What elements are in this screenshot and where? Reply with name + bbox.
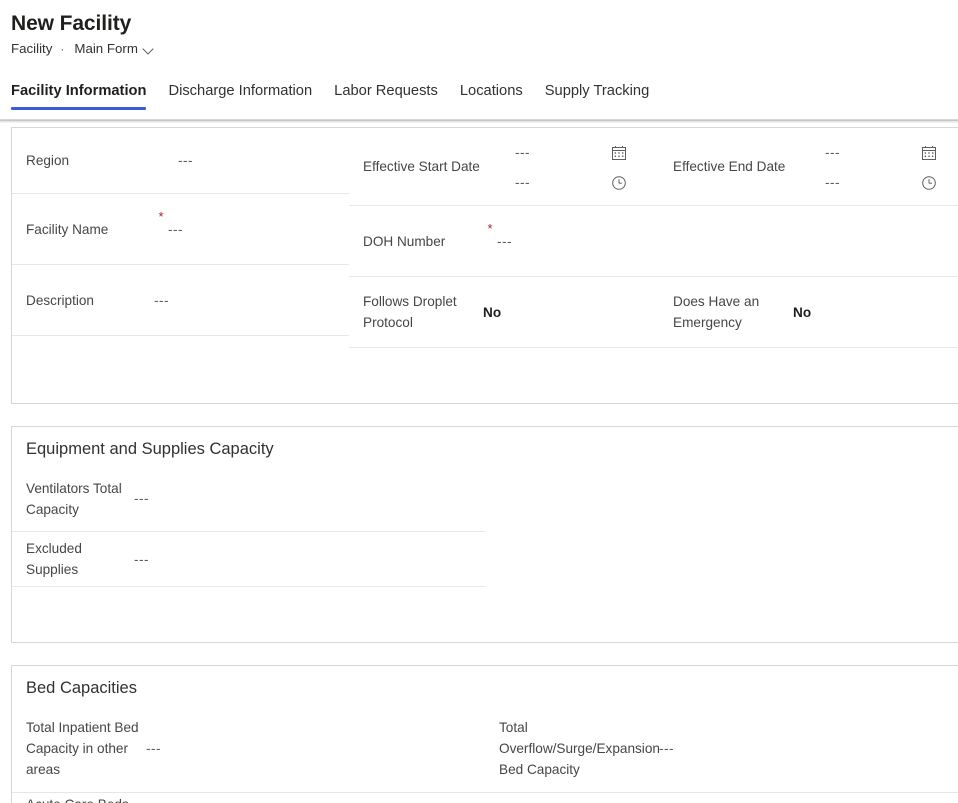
section-title-equipment-and-supplies-capacity: Equipment and Supplies Capacity <box>26 440 274 458</box>
column-1: Total Inpatient Bed Capacity in other ar… <box>12 705 485 803</box>
calendar-icon[interactable] <box>920 144 938 162</box>
effective-start-date-inputs: --- --- <box>515 142 628 192</box>
field-value-doh-number[interactable]: --- <box>497 234 567 249</box>
field-label-doh-number: DOH Number <box>363 233 446 249</box>
field-label-effective-start-date: Effective Start Date <box>363 159 480 174</box>
field-spacer-column-1 <box>12 336 349 391</box>
field-does-have-an-emergency[interactable]: Does Have an Emergency No <box>659 277 958 348</box>
field-label-excluded-supplies: Excluded Supplies <box>26 541 82 577</box>
section-columns: Region --- Facility Name * --- Descripti… <box>12 128 958 403</box>
breadcrumb-entity: Facility <box>11 41 53 56</box>
tab-discharge-information[interactable]: Discharge Information <box>157 81 323 110</box>
field-label-effective-end-date: Effective End Date <box>673 159 786 174</box>
tab-supply-tracking[interactable]: Supply Tracking <box>534 81 661 110</box>
breadcrumb: Facility · Main Form <box>11 39 958 59</box>
effective-start-date-date-row: --- <box>515 144 628 162</box>
field-facility-name[interactable]: Facility Name * --- <box>12 194 349 265</box>
field-value-region[interactable]: --- <box>178 153 248 168</box>
field-spacer-equipment <box>12 587 485 642</box>
field-region[interactable]: Region --- <box>12 128 349 194</box>
field-follows-droplet-protocol[interactable]: Follows Droplet Protocol No <box>349 277 659 348</box>
field-value-follows-droplet-protocol[interactable]: No <box>483 305 553 320</box>
field-label-acute-care-beds-aiir: Acute Care Beds (AIIR Room) Total Capaci… <box>26 794 154 803</box>
column-2: Total Overflow/Surge/Expansion Bed Capac… <box>485 705 958 803</box>
field-value-total-inpatient-bed-capacity-other-areas[interactable]: --- <box>146 741 216 756</box>
column-3: Effective End Date --- --- Does Have an … <box>659 128 958 403</box>
chevron-down-icon <box>143 44 154 55</box>
section-columns: Total Inpatient Bed Capacity in other ar… <box>12 705 958 803</box>
calendar-icon[interactable] <box>610 144 628 162</box>
field-label-region: Region <box>26 153 70 168</box>
effective-start-date-time-row: --- <box>515 174 628 192</box>
field-value-effective-end-date[interactable]: --- <box>825 145 920 160</box>
field-value-total-overflow-surge-expansion-bed-capacity[interactable]: --- <box>659 741 729 756</box>
field-total-overflow-surge-expansion-bed-capacity[interactable]: Total Overflow/Surge/Expansion Bed Capac… <box>485 705 958 793</box>
field-acute-care-beds-aiir[interactable]: Acute Care Beds (AIIR Room) Total Capaci… <box>12 793 485 803</box>
field-value-excluded-supplies[interactable]: --- <box>134 552 204 567</box>
section-columns: Ventilators Total Capacity --- Excluded … <box>12 466 958 642</box>
form-selector-label: Main Form <box>74 41 138 56</box>
field-label-facility-name: Facility Name <box>26 221 109 237</box>
field-spacer-column-3-a <box>659 206 958 277</box>
required-indicator-facility-name: * <box>158 209 164 224</box>
field-excluded-supplies[interactable]: Excluded Supplies --- <box>12 532 485 587</box>
effective-end-date-inputs: --- --- <box>825 142 938 192</box>
page-title: New Facility <box>11 12 132 35</box>
field-value-effective-start-time[interactable]: --- <box>515 175 610 190</box>
column-2 <box>485 466 958 642</box>
field-total-inpatient-bed-capacity-other-areas[interactable]: Total Inpatient Bed Capacity in other ar… <box>12 705 485 793</box>
effective-end-date-time-row: --- <box>825 174 938 192</box>
field-value-does-have-an-emergency[interactable]: No <box>793 305 863 320</box>
field-label-follows-droplet-protocol: Follows Droplet Protocol <box>363 294 457 330</box>
field-label-ventilators-total-capacity: Ventilators Total Capacity <box>26 480 122 517</box>
field-label-does-have-an-emergency: Does Have an Emergency <box>673 294 760 330</box>
tab-labor-requests[interactable]: Labor Requests <box>323 81 449 110</box>
form-tab-strip: Facility Information Discharge Informati… <box>0 76 958 110</box>
section-bed-capacities: Bed Capacities Total Inpatient Bed Capac… <box>11 665 958 803</box>
field-spacer-column-3-b <box>659 348 958 403</box>
field-effective-start-date[interactable]: Effective Start Date --- --- <box>349 128 659 206</box>
clock-icon[interactable] <box>920 174 938 192</box>
section-title-bed-capacities: Bed Capacities <box>26 679 137 697</box>
form-selector[interactable]: Main Form <box>72 39 156 59</box>
field-effective-end-date[interactable]: Effective End Date --- --- <box>659 128 958 206</box>
clock-icon[interactable] <box>610 174 628 192</box>
tab-locations[interactable]: Locations <box>449 81 534 110</box>
field-ventilators-total-capacity[interactable]: Ventilators Total Capacity --- <box>12 466 485 532</box>
form-scroll-region[interactable]: Region --- Facility Name * --- Descripti… <box>0 123 958 803</box>
field-value-facility-name[interactable]: --- <box>168 222 238 237</box>
breadcrumb-separator: · <box>60 42 65 56</box>
field-label-description: Description <box>26 292 94 308</box>
field-label-total-overflow-surge-expansion-bed-capacity: Total Overflow/Surge/Expansion Bed Capac… <box>499 720 660 777</box>
required-indicator-doh-number: * <box>487 221 493 236</box>
field-spacer-column-2 <box>349 348 659 403</box>
field-doh-number[interactable]: DOH Number * --- <box>349 206 659 277</box>
field-value-description[interactable]: --- <box>154 293 224 308</box>
page-header: New Facility Facility · Main Form <box>0 0 958 59</box>
field-value-effective-start-date[interactable]: --- <box>515 145 610 160</box>
section-general-information: Region --- Facility Name * --- Descripti… <box>11 127 958 404</box>
section-equipment-and-supplies-capacity: Equipment and Supplies Capacity Ventilat… <box>11 426 958 643</box>
column-1: Region --- Facility Name * --- Descripti… <box>12 128 349 403</box>
effective-end-date-date-row: --- <box>825 144 938 162</box>
column-2: Effective Start Date --- --- DOH Number … <box>349 128 659 403</box>
column-1: Ventilators Total Capacity --- Excluded … <box>12 466 485 642</box>
tab-facility-information[interactable]: Facility Information <box>11 81 157 110</box>
field-value-effective-end-time[interactable]: --- <box>825 175 920 190</box>
field-label-total-inpatient-bed-capacity-other-areas: Total Inpatient Bed Capacity in other ar… <box>26 720 139 777</box>
field-description[interactable]: Description --- <box>12 265 349 336</box>
field-value-ventilators-total-capacity[interactable]: --- <box>134 491 204 506</box>
field-acute-care-beds-non-aiir[interactable]: Acute Care Beds (non-AIIR Room) Total Ca… <box>485 793 958 803</box>
